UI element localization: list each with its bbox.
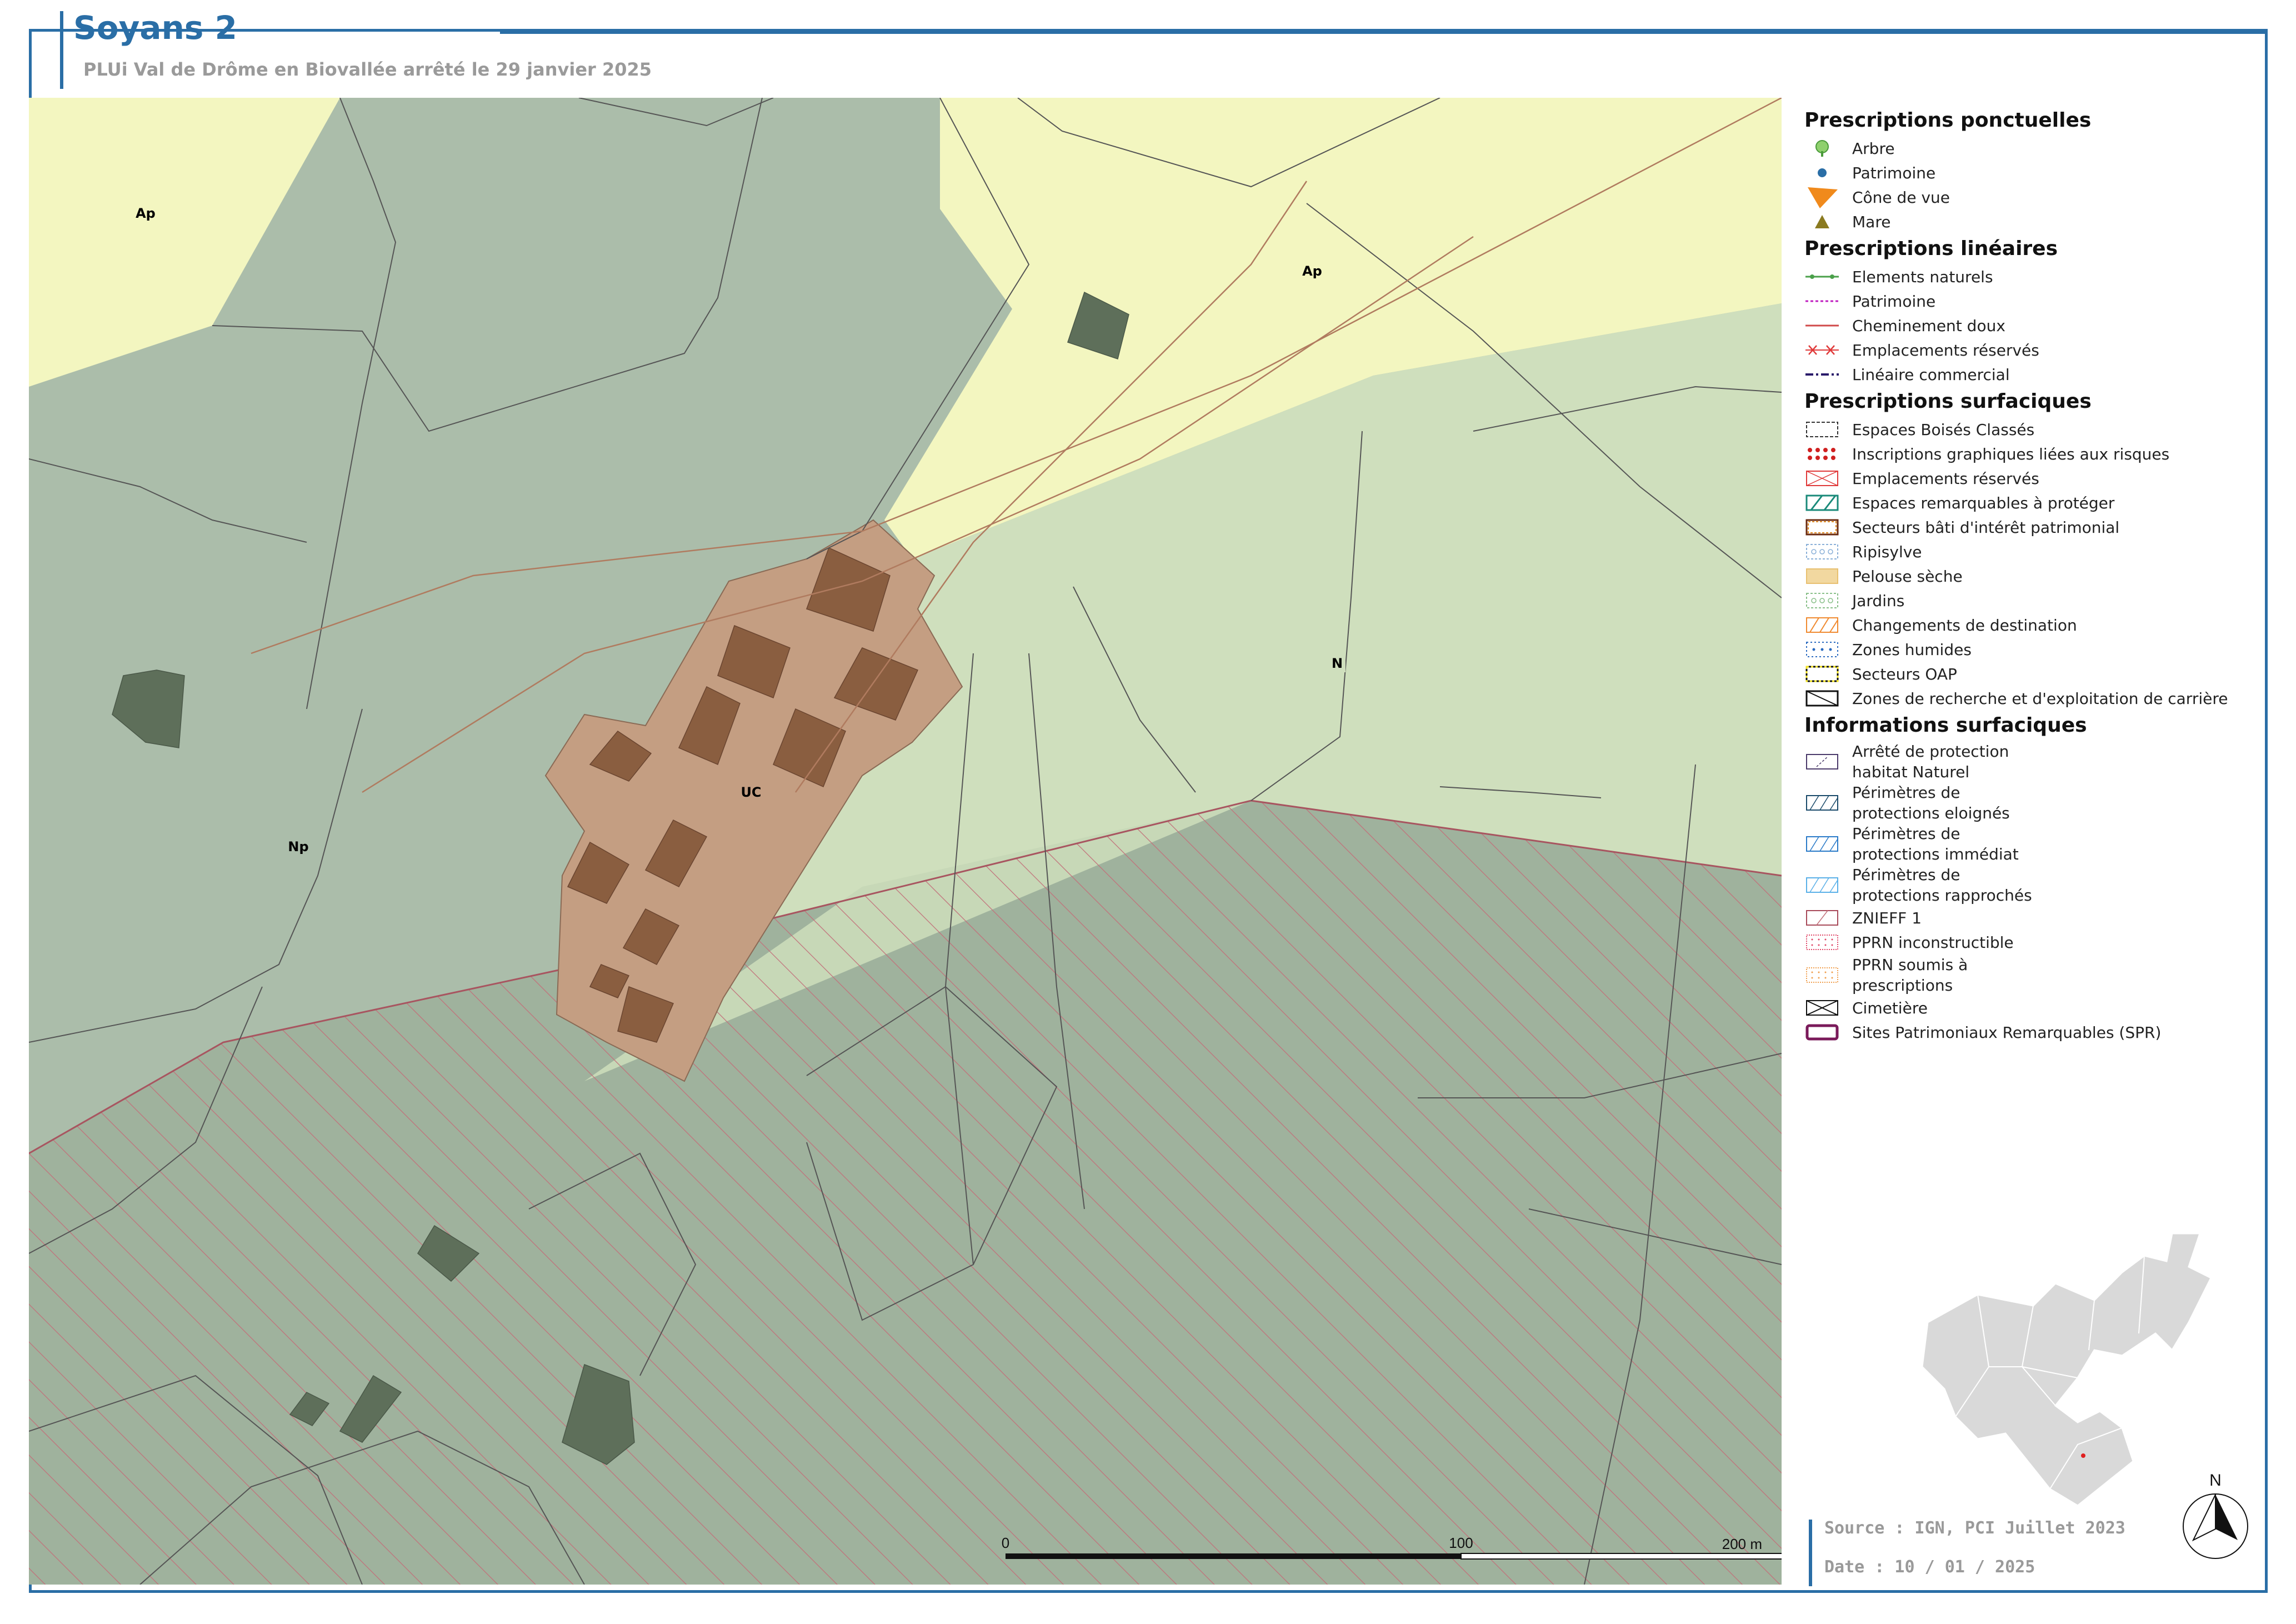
blue-circles-square-icon (1804, 542, 1840, 561)
yellow-dotted-square-icon (1804, 664, 1840, 683)
legend-item-cimetiere: Cimetière (1804, 996, 2260, 1020)
legend-item-mare: Mare (1804, 209, 2260, 234)
navy-dashed-line-icon (1804, 365, 1840, 384)
triangle-icon (1804, 212, 1840, 231)
zone-label-n: N (1332, 656, 1343, 671)
purple-hatch-square-icon (1804, 752, 1840, 771)
zone-label-uc: UC (741, 784, 761, 800)
legend-item-arbre: Arbre (1804, 136, 2260, 161)
legend-item-perimetres-rapproches: Périmètres de protections rapprochés (1804, 865, 2260, 906)
magenta-dashed-line-icon (1804, 292, 1840, 311)
tree-icon (1804, 139, 1840, 158)
dark-blue-hatch-square-icon (1804, 793, 1840, 812)
red-line-icon (1804, 316, 1840, 335)
teal-hatch-square-icon (1804, 493, 1840, 512)
legend-item-ripisylve: Ripisylve (1804, 539, 2260, 564)
scale-tick-200: 200 m (1722, 1536, 1762, 1552)
legend-item-cone-de-vue: Cône de vue (1804, 185, 2260, 209)
legend-item-pprn-prescriptions: PPRN soumis à prescriptions (1804, 955, 2260, 996)
title-rule (500, 31, 2267, 34)
legend-item-jardins: Jardins (1804, 588, 2260, 613)
legend-title-ponctuelles: Prescriptions ponctuelles (1804, 109, 2092, 132)
pink-hatch-square-icon (1804, 908, 1840, 927)
legend-item-ebc: Espaces Boisés Classés (1804, 417, 2260, 442)
legend-title-lineaires: Prescriptions linéaires (1804, 237, 2058, 260)
dot-icon (1804, 163, 1840, 182)
blue-dotted-square-icon (1804, 640, 1840, 659)
title-accent-bar (60, 11, 63, 89)
zone-label-np: Np (288, 839, 308, 855)
legend-item-perimetres-eloignes: Périmètres de protections eloignés (1804, 782, 2260, 823)
scale-tick-0: 0 (1002, 1535, 1009, 1551)
legend-title-surfaciques: Prescriptions surfaciques (1804, 390, 2092, 413)
legend-item-pelouse-seche: Pelouse sèche (1804, 564, 2260, 588)
legend-item-patrimoine-point: Patrimoine (1804, 161, 2260, 185)
blue-hatch-square-icon (1804, 835, 1840, 853)
north-arrow-icon: N (2177, 1468, 2254, 1562)
page-subtitle: PLUi Val de Drôme en Biovallée arrêté le… (83, 59, 652, 80)
map-canvas: Ap Ap Np UC N 0 100 200 m (29, 98, 1782, 1585)
source-accent-bar (1809, 1520, 1812, 1586)
zone-label-ap-west: Ap (136, 206, 156, 221)
legend-item-zones-humides: Zones humides (1804, 637, 2260, 662)
legend-item-er-surface: Emplacements réservés (1804, 466, 2260, 491)
legend-item-secteurs-bati: Secteurs bâti d'intérêt patrimonial (1804, 515, 2260, 539)
legend-item-perimetres-immediat: Périmètres de protections immédiat (1804, 823, 2260, 865)
magenta-square-icon (1804, 1023, 1840, 1042)
red-dots-icon (1804, 444, 1840, 463)
zoning-map[interactable]: Ap Ap Np UC N 0 100 200 m (29, 98, 1782, 1585)
legend-title-informations: Informations surfaciques (1804, 714, 2087, 737)
legend-item-espaces-remarquables: Espaces remarquables à protéger (1804, 491, 2260, 515)
legend-item-lineaire-commercial: Linéaire commercial (1804, 362, 2260, 387)
zone-label-ap-east: Ap (1302, 263, 1322, 279)
orange-hatch-square-icon (1804, 616, 1840, 634)
black-diagonal-square-icon (1804, 689, 1840, 708)
legend-item-risques: Inscriptions graphiques liées aux risque… (1804, 442, 2260, 466)
red-dotted-fill-icon (1804, 933, 1840, 952)
green-dotted-line-icon (1804, 267, 1840, 286)
date-text: Date : 10 / 01 / 2025 (1824, 1557, 2035, 1577)
cross-line-icon (1804, 341, 1840, 359)
scale-tick-100: 100 (1449, 1535, 1473, 1551)
red-cross-square-icon (1804, 469, 1840, 488)
page-title: Soyans 2 (73, 9, 237, 47)
source-text: Source : IGN, PCI Juillet 2023 (1824, 1518, 2125, 1538)
tan-fill-square-icon (1804, 567, 1840, 586)
orange-dotted-fill-icon (1804, 966, 1840, 985)
legend-item-emplacements-reserves-line: Emplacements réservés (1804, 338, 2260, 362)
north-label: N (2209, 1471, 2222, 1490)
legend-item-arrete-protection: Arrêté de protection habitat Naturel (1804, 741, 2260, 782)
legend-item-pprn-inconstructible: PPRN inconstructible (1804, 930, 2260, 955)
orange-dotted-square-icon (1804, 518, 1840, 537)
view-cone-icon (1804, 187, 1840, 208)
dotted-square-icon (1804, 420, 1840, 439)
legend-item-spr: Sites Patrimoniaux Remarquables (SPR) (1804, 1020, 2260, 1045)
legend-item-secteurs-oap: Secteurs OAP (1804, 662, 2260, 686)
green-circles-square-icon (1804, 591, 1840, 610)
legend-item-changements-destination: Changements de destination (1804, 613, 2260, 637)
legend-item-patrimoine-line: Patrimoine (1804, 289, 2260, 313)
legend-item-elements-naturels: Elements naturels (1804, 264, 2260, 289)
legend-item-znieff: ZNIEFF 1 (1804, 906, 2260, 930)
legend: Prescriptions ponctuelles Arbre Patrimoi… (1804, 106, 2260, 1045)
light-blue-hatch-square-icon (1804, 876, 1840, 895)
legend-item-cheminement-doux: Cheminement doux (1804, 313, 2260, 338)
black-cross-square-icon (1804, 998, 1840, 1017)
legend-item-carriere: Zones de recherche et d'exploitation de … (1804, 686, 2260, 711)
